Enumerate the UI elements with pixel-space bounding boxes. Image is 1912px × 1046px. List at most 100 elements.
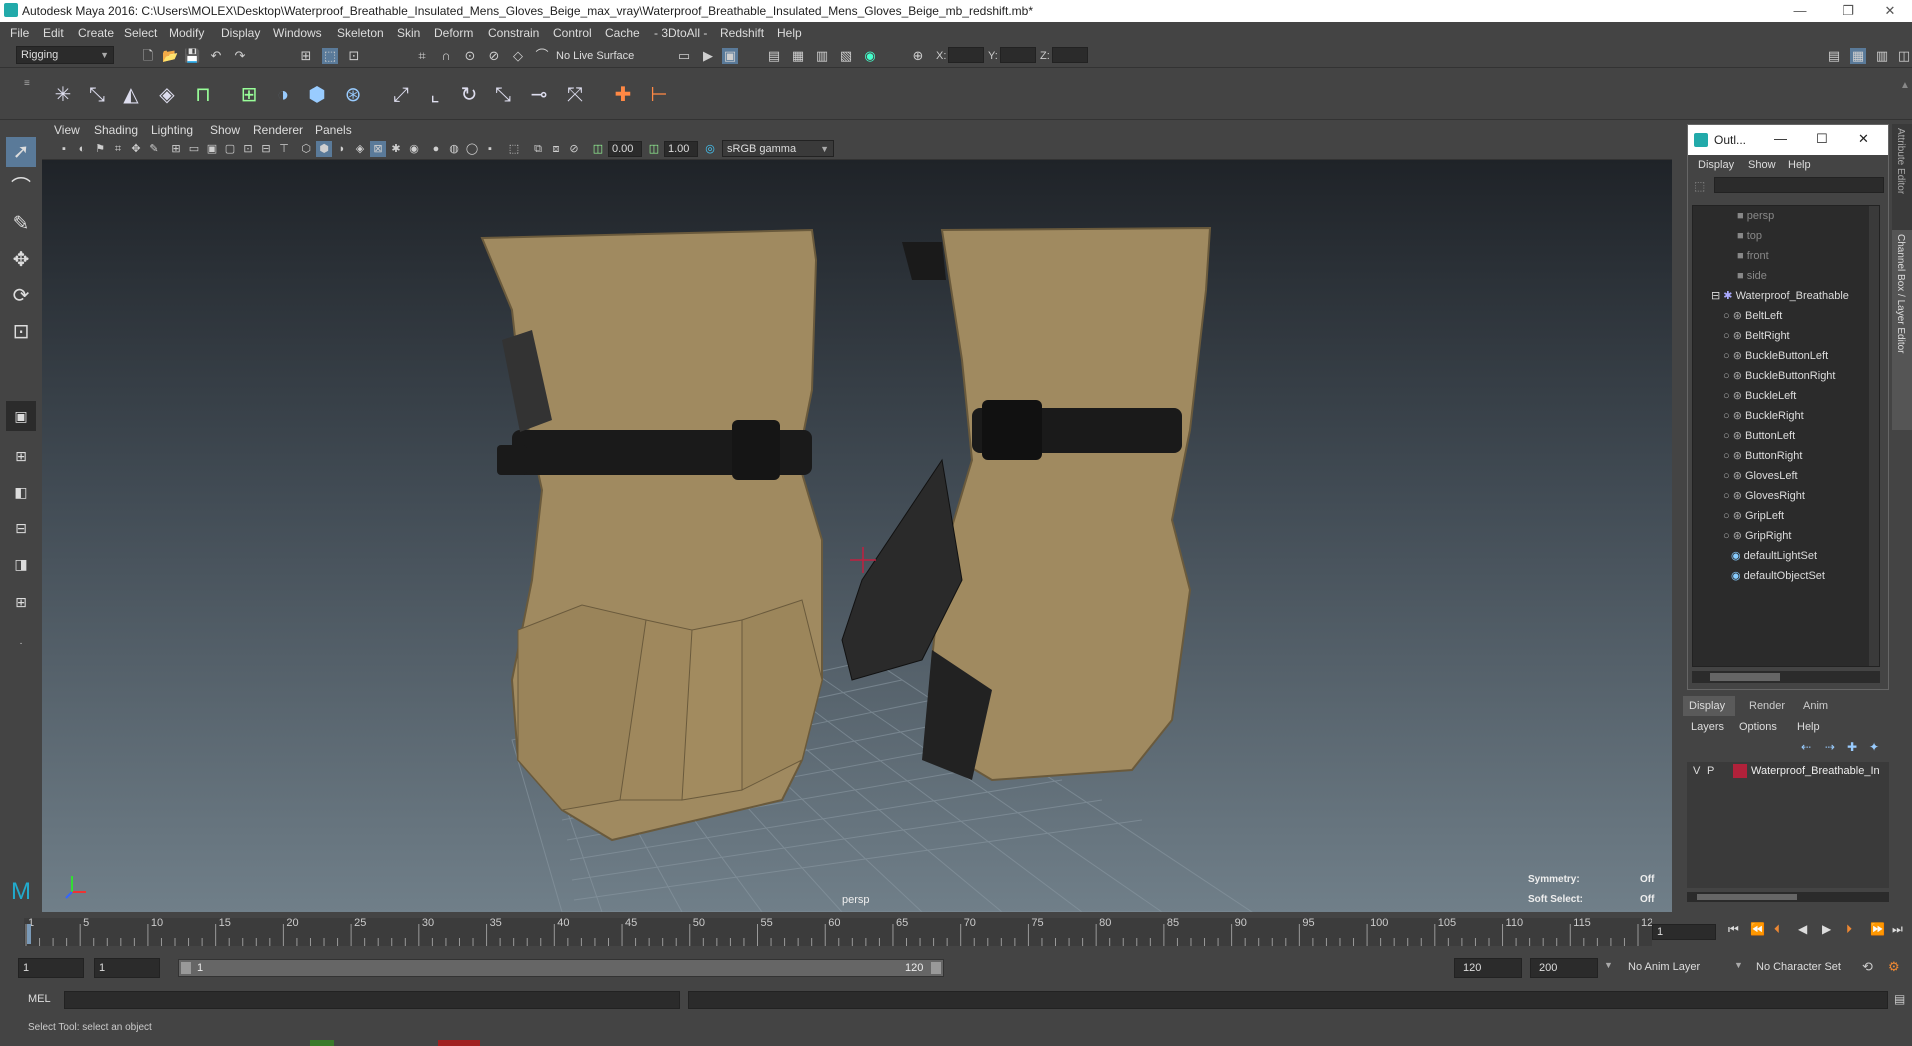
locator-icon[interactable]: ⤢ (386, 80, 416, 110)
move-layer-up-icon[interactable]: ⇠ (1801, 740, 1811, 754)
safe-title-icon[interactable]: ⊤ (276, 141, 292, 157)
select-tool-icon[interactable]: ➚ (6, 137, 36, 167)
playback-start-field[interactable]: 1 (94, 958, 160, 978)
move-layer-down-icon[interactable]: ⇢ (1825, 740, 1835, 754)
command-input[interactable] (64, 991, 680, 1009)
go-to-start-icon[interactable]: ⏮ (1728, 922, 1739, 937)
outliner-item[interactable]: ○ ⊛ GripRight (1723, 526, 1791, 546)
shelf-tab-icon[interactable]: ≡ (24, 78, 30, 89)
outliner-search-input[interactable] (1714, 177, 1884, 193)
channel-box-icon[interactable]: ▦ (1850, 48, 1866, 64)
go-to-end-icon[interactable]: ⏭ (1892, 922, 1903, 937)
viewport-menu-show[interactable]: Show (210, 123, 240, 137)
layer-tab-display[interactable]: Display (1683, 696, 1735, 716)
ik-handle-icon[interactable]: ◭ (116, 80, 146, 110)
attribute-editor-tab[interactable]: Attribute Editor (1895, 128, 1906, 194)
outliner-item[interactable]: ◉ defaultLightSet (1731, 546, 1817, 566)
render-frame-icon[interactable]: ▶ (700, 48, 716, 64)
menu-display[interactable]: Display (221, 26, 260, 40)
layers-menu[interactable]: Layers (1691, 721, 1724, 733)
anim-layer-dropdown[interactable]: No Anim Layer (1628, 961, 1700, 973)
outliner-vscrollbar[interactable] (1869, 206, 1879, 666)
paint-select-icon[interactable]: ✎ (6, 209, 36, 239)
depth-of-field-icon[interactable]: ▪ (482, 141, 498, 157)
restore-button[interactable]: ❐ (1828, 1, 1868, 21)
modeling-toolkit-icon[interactable]: ▤ (1826, 48, 1842, 64)
menu-deform[interactable]: Deform (434, 26, 473, 40)
textured-icon[interactable]: ⊠ (370, 141, 386, 157)
time-slider[interactable]: 1 5 10 15 20 25 30 35 40 45 50 55 60 65 70 75 80 85 90 95 10… (24, 912, 1652, 948)
transform-constraint-icon[interactable]: ⊕ (910, 48, 926, 64)
outliner-filter-icon[interactable]: ⬚ (1694, 179, 1705, 193)
rotate-tool-icon[interactable]: ⟳ (6, 281, 36, 311)
ipr-render-icon[interactable]: ▣ (722, 48, 738, 64)
outliner-item[interactable]: ○ ⊛ GlovesLeft (1723, 466, 1798, 486)
layer-hscrollbar[interactable] (1687, 892, 1889, 902)
use-all-lights-icon[interactable]: ✱ (388, 141, 404, 157)
layer-name[interactable]: Waterproof_Breathable_In (1751, 765, 1880, 777)
tool-settings-icon[interactable]: ▥ (1874, 48, 1890, 64)
point-constraint-icon[interactable]: ⌞ (420, 80, 450, 110)
menu-skin[interactable]: Skin (397, 26, 420, 40)
outliner-item[interactable]: ○ ⊛ ButtonRight (1723, 446, 1802, 466)
step-back-key-icon[interactable]: ⏪ (1750, 922, 1765, 936)
outliner-item[interactable]: ◉ defaultObjectSet (1731, 566, 1825, 586)
outliner-item[interactable]: ■ front (1737, 246, 1769, 266)
xray-components-icon[interactable]: ⊘ (566, 141, 582, 157)
scale-constraint-icon[interactable]: ⤡ (488, 80, 518, 110)
layer-color-swatch[interactable] (1733, 764, 1747, 778)
wireframe-on-shaded-icon[interactable]: ◈ (352, 141, 368, 157)
menu-constrain[interactable]: Constrain (488, 26, 539, 40)
outliner-item[interactable]: ○ ⊛ BeltRight (1723, 326, 1790, 346)
menu-modify[interactable]: Modify (169, 26, 204, 40)
menu-skeleton[interactable]: Skeleton (337, 26, 384, 40)
outliner-close-icon[interactable]: ✕ (1858, 131, 1869, 147)
outliner-hscrollbar[interactable] (1692, 671, 1880, 683)
redo-icon[interactable]: ↷ (232, 48, 248, 64)
scale-tool-icon[interactable]: ⊡ (6, 317, 36, 347)
select-camera-icon[interactable]: ▪ (56, 141, 72, 157)
lattice-icon[interactable]: ⬢ (302, 80, 332, 110)
viewport-persp[interactable]: persp Symmetry: Off Soft Select: Off (42, 160, 1672, 912)
outliner-menu-display[interactable]: Display (1698, 159, 1734, 171)
hypershade-icon[interactable]: ▦ (790, 48, 806, 64)
layer-hscroll-thumb[interactable] (1697, 894, 1797, 900)
layer-playback-toggle[interactable]: P (1707, 765, 1714, 777)
open-scene-icon[interactable]: 📂 (162, 48, 178, 64)
select-hierarchy-icon[interactable]: ⊞ (298, 48, 314, 64)
parent-constraint-icon[interactable]: ⊸ (524, 80, 554, 110)
screen-space-ao-icon[interactable]: ● (428, 141, 444, 157)
outliner-item[interactable]: ■ top (1737, 226, 1762, 246)
outliner-item[interactable]: ○ ⊛ GripLeft (1723, 506, 1784, 526)
viewport-menu-view[interactable]: View (54, 123, 80, 137)
gamma-icon[interactable]: ◫ (646, 141, 662, 157)
y-input[interactable] (1000, 47, 1036, 63)
viewport-menu-renderer[interactable]: Renderer (253, 123, 303, 137)
field-chart-icon[interactable]: ⊡ (240, 141, 256, 157)
default-lighting-icon[interactable]: ◗ (334, 141, 350, 157)
menu-help[interactable]: Help (777, 26, 802, 40)
current-frame-field[interactable]: 1 (1652, 924, 1716, 940)
move-tool-icon[interactable]: ✥ (6, 245, 36, 275)
viewport-menu-shading[interactable]: Shading (94, 123, 138, 137)
color-space-dropdown[interactable]: sRGB gamma ▼ (722, 140, 834, 157)
collapse-icon[interactable]: ⊟ (1711, 290, 1723, 302)
outliner-item[interactable]: ■ side (1737, 266, 1767, 286)
wrap-icon[interactable]: ⊛ (338, 80, 368, 110)
hypershade-layout-icon[interactable]: ◨ (6, 549, 36, 579)
grease-pencil-icon[interactable]: ✎ (146, 141, 162, 157)
new-layer-selected-icon[interactable]: ✦ (1869, 740, 1879, 754)
outliner-menu-show[interactable]: Show (1748, 159, 1776, 171)
insert-joint-icon[interactable]: ⤡ (82, 80, 112, 110)
minimize-button[interactable]: — (1780, 1, 1820, 21)
shelf-scroll-icon[interactable]: ▲ (1900, 80, 1910, 91)
image-plane-icon[interactable]: ⌗ (110, 141, 126, 157)
outliner-minimize-icon[interactable]: — (1774, 131, 1787, 146)
select-component-icon[interactable]: ⊡ (346, 48, 362, 64)
menu-set-dropdown[interactable]: Rigging ▼ (16, 46, 114, 64)
wireframe-icon[interactable]: ⬡ (298, 141, 314, 157)
new-layer-icon[interactable]: ✚ (1847, 740, 1857, 754)
help-menu[interactable]: Help (1797, 721, 1820, 733)
exposure-field[interactable]: 0.00 (608, 141, 642, 157)
step-back-frame-icon[interactable]: ⏴ (1774, 922, 1780, 937)
